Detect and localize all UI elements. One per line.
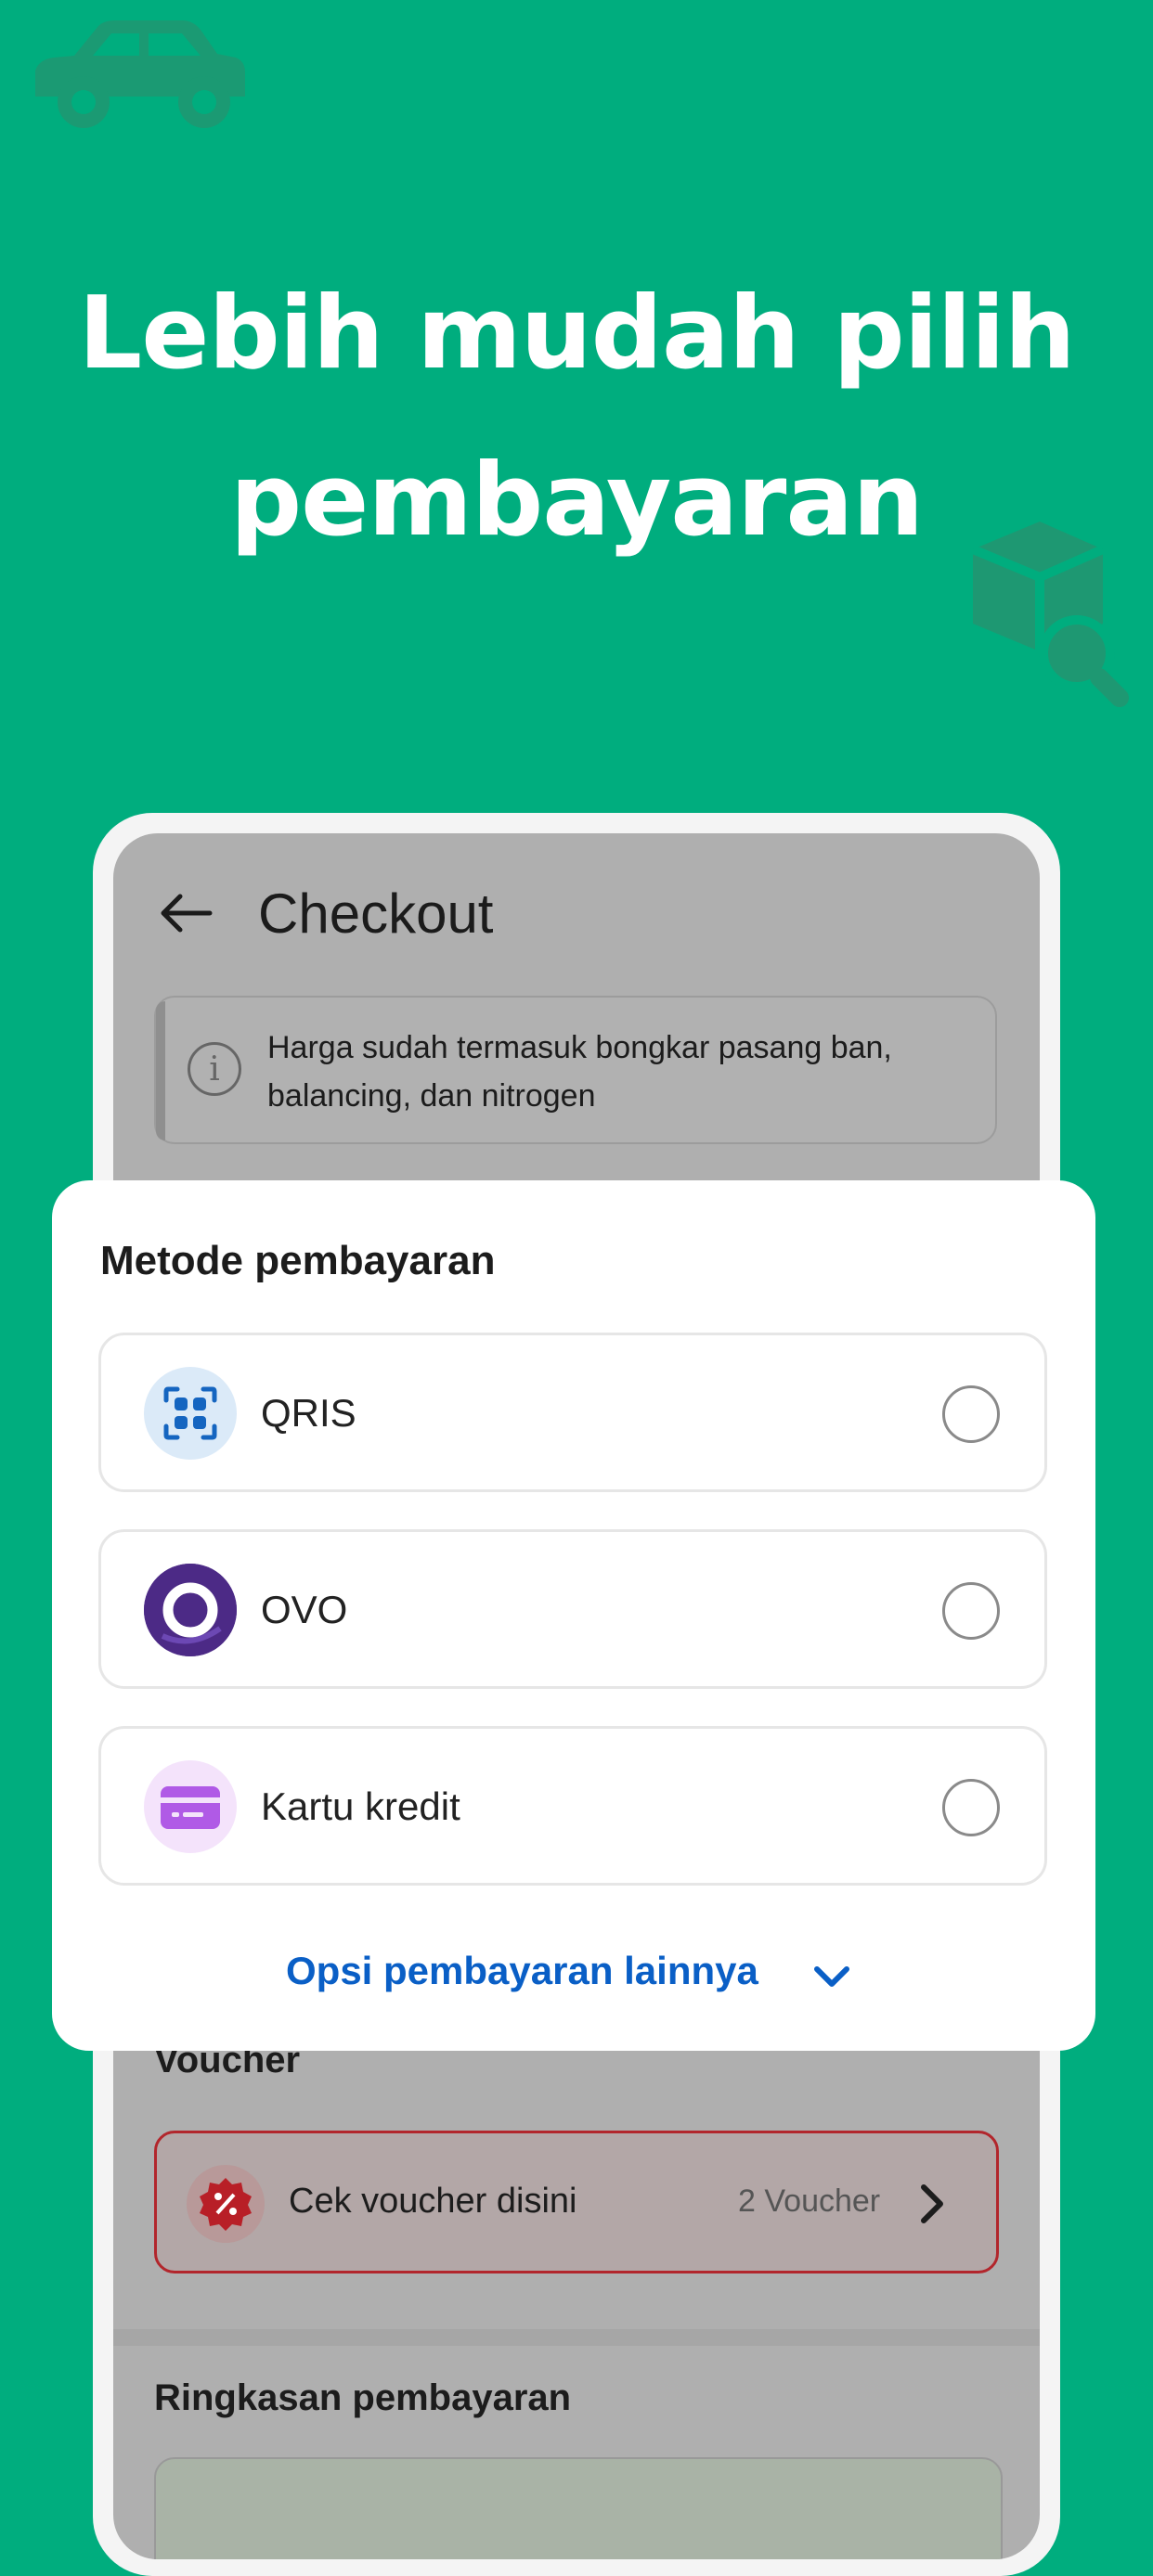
qris-icon (144, 1367, 237, 1460)
info-accent-bar (156, 1001, 165, 1140)
section-divider (113, 2329, 1040, 2346)
payment-option-label: QRIS (261, 1391, 356, 1435)
info-text: Harga sudah termasuk bongkar pasang ban,… (267, 1030, 892, 1114)
payment-option-label: Kartu kredit (261, 1784, 460, 1828)
payment-option-ovo[interactable]: OVO (98, 1529, 1047, 1689)
headline-line-2: pembayaran (229, 443, 924, 559)
radio-button[interactable] (942, 1385, 1000, 1443)
chevron-right-icon (921, 2184, 943, 2223)
more-payment-options-link[interactable]: Opsi pembayaran lainnya (286, 1949, 758, 1993)
headline-line-1: Lebih mudah pilih (78, 276, 1075, 392)
summary-card (154, 2457, 1003, 2559)
radio-button[interactable] (942, 1779, 1000, 1836)
discount-badge-icon (200, 2178, 252, 2231)
voucher-cta-label: Cek voucher disini (289, 2182, 577, 2221)
radio-button[interactable] (942, 1582, 1000, 1640)
sheet-title: Metode pembayaran (100, 1238, 496, 1283)
info-banner: i Harga sudah termasuk bongkar pasang ba… (154, 996, 997, 1144)
credit-card-icon (144, 1760, 237, 1853)
payment-method-sheet: Metode pembayaran QRIS OVO Kartu kredit … (52, 1180, 1095, 2051)
car-icon (35, 20, 245, 128)
payment-option-credit-card[interactable]: Kartu kredit (98, 1726, 1047, 1886)
payment-option-label: OVO (261, 1588, 348, 1631)
back-arrow-icon[interactable] (156, 891, 215, 935)
voucher-button[interactable]: Cek voucher disini 2 Voucher (154, 2131, 999, 2273)
headline: Lebih mudah pilih pembayaran (0, 251, 1153, 585)
voucher-count: 2 Voucher (738, 2183, 881, 2219)
chevron-down-icon[interactable] (813, 1964, 850, 1990)
ovo-icon (144, 1564, 237, 1656)
summary-section-title: Ringkasan pembayaran (154, 2377, 572, 2418)
info-icon: i (188, 1042, 241, 1096)
page-title: Checkout (258, 882, 494, 945)
payment-option-qris[interactable]: QRIS (98, 1333, 1047, 1492)
